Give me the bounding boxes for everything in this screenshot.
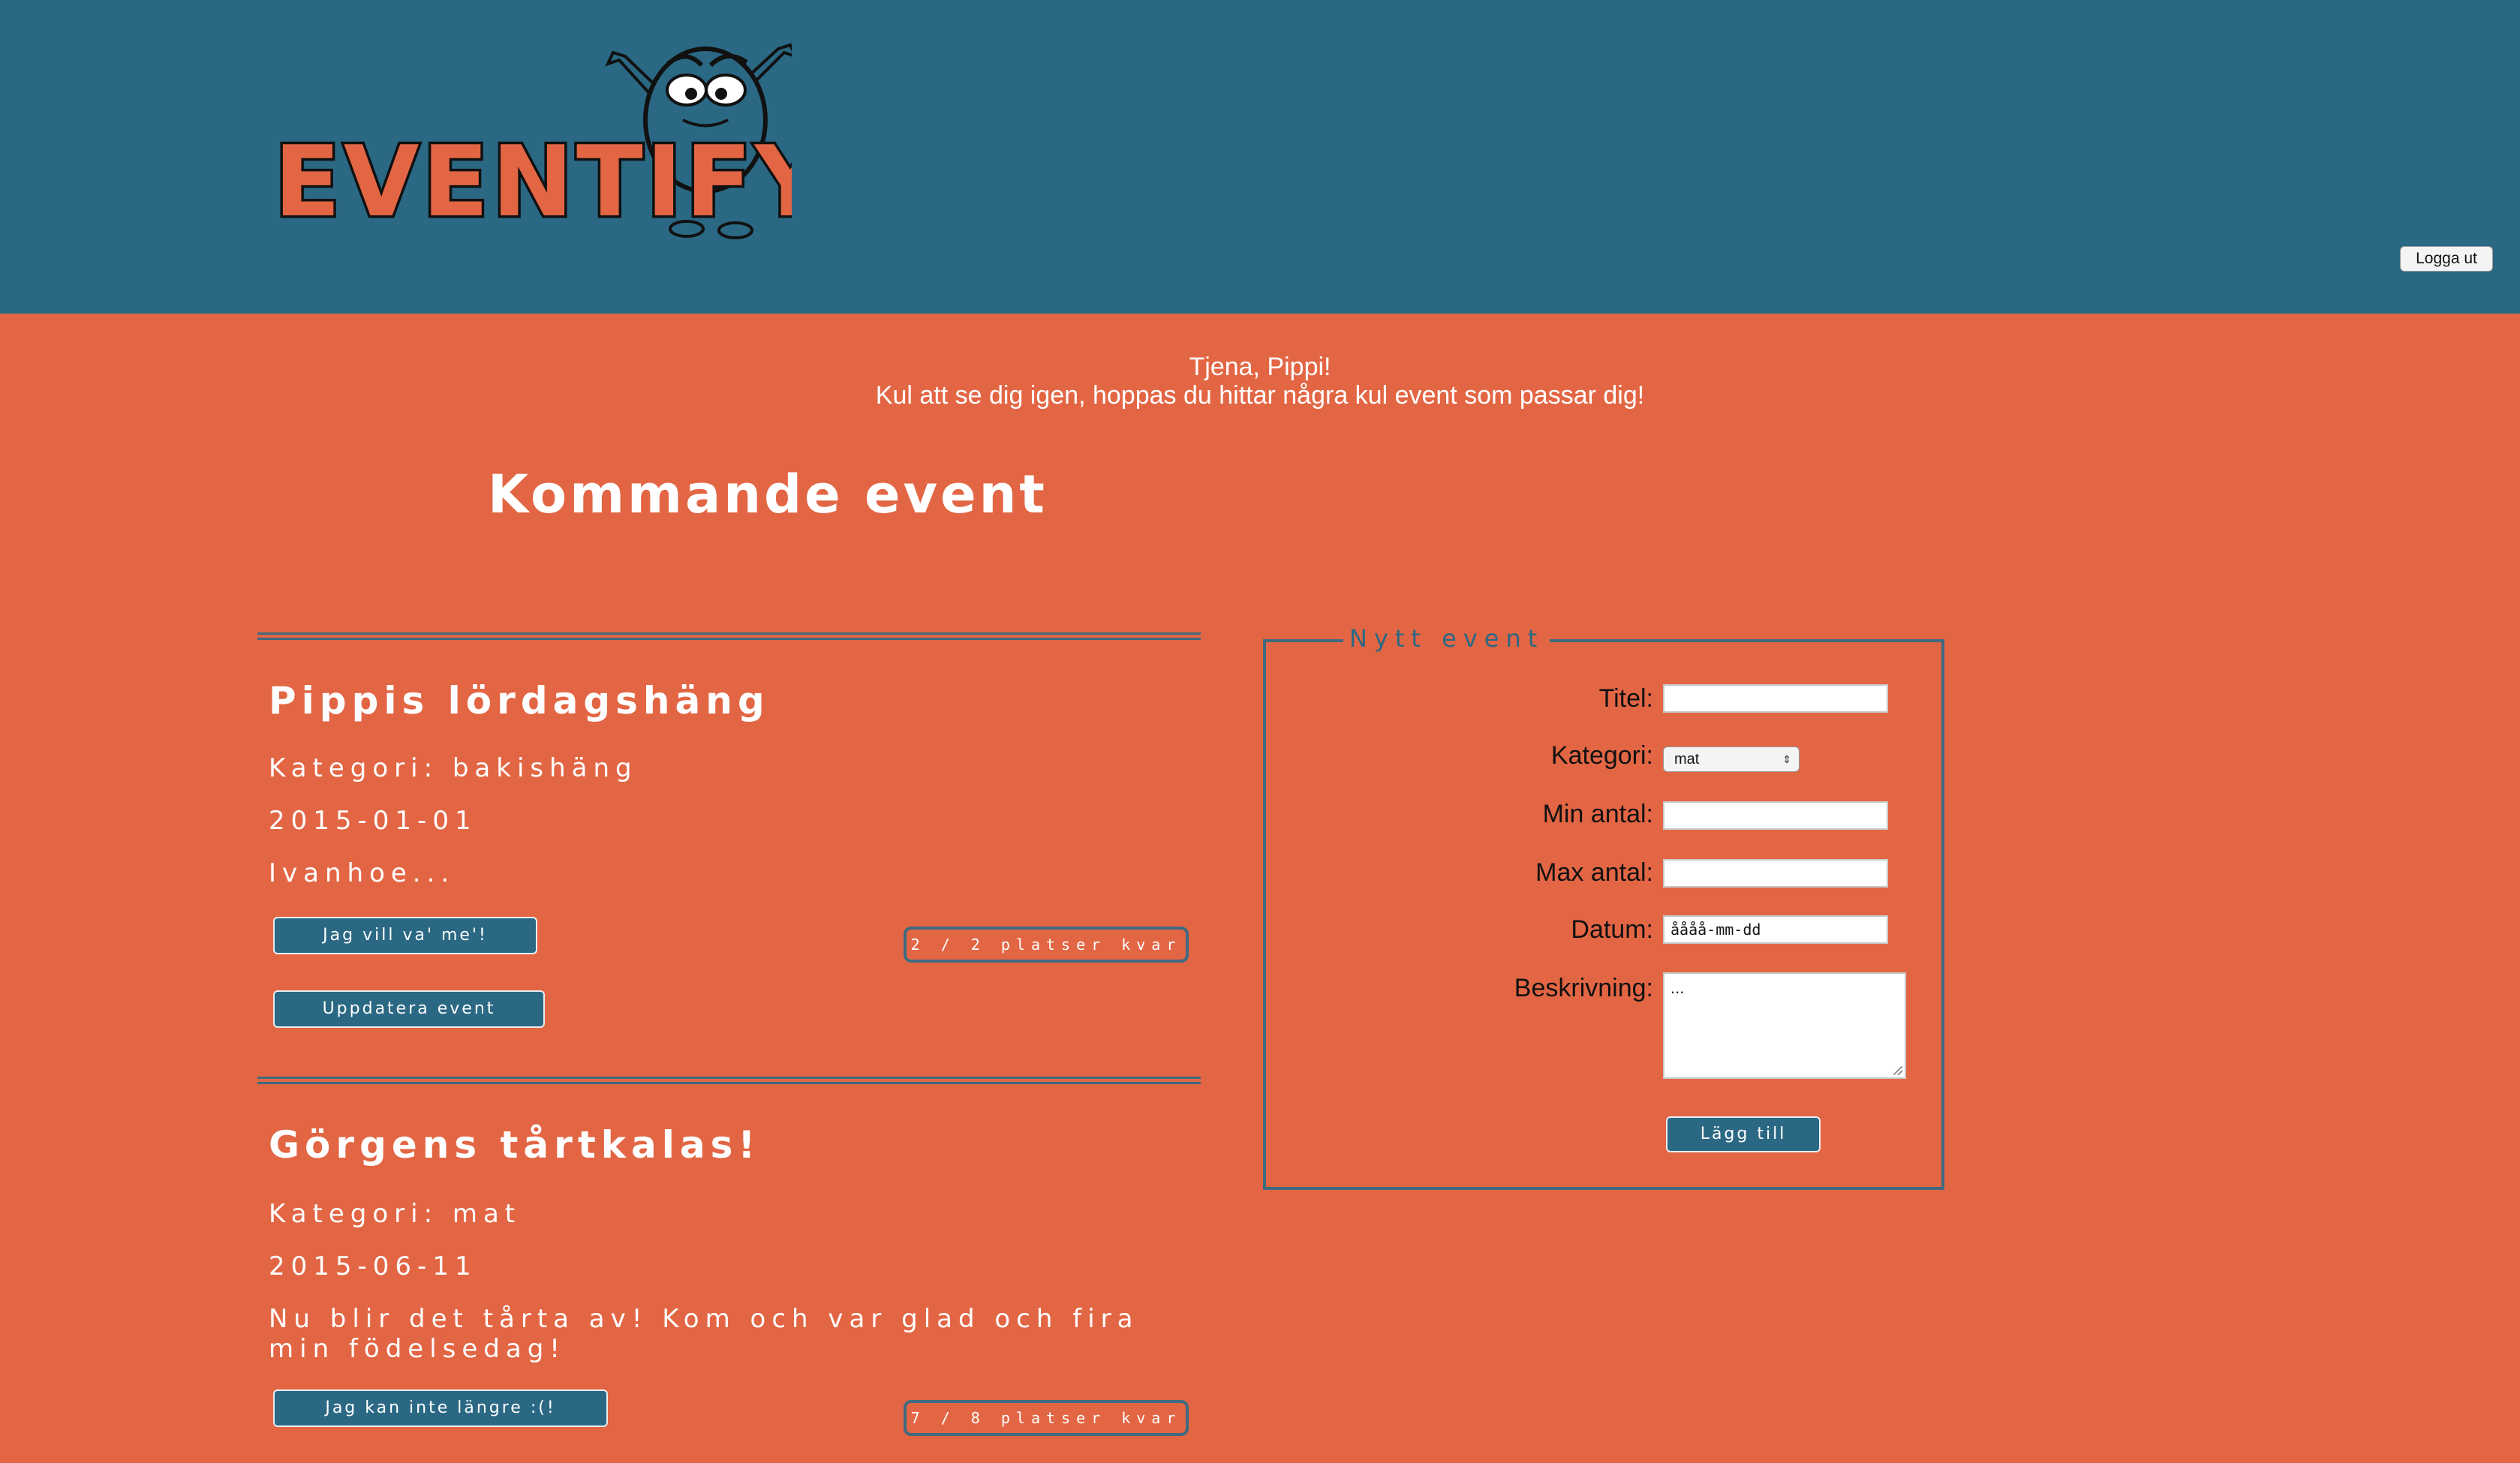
event-category: Kategori: bakishäng — [269, 753, 638, 783]
leave-event-button[interactable]: Jag kan inte längre :(! — [273, 1389, 608, 1427]
logout-button[interactable]: Logga ut — [2400, 246, 2493, 272]
update-event-button[interactable]: Uppdatera event — [273, 990, 545, 1028]
description-textarea[interactable]: ... — [1663, 972, 1906, 1079]
site-header: EVENTIFY Logga ut — [0, 0, 2520, 314]
event-description: Ivanhoe... — [269, 858, 456, 888]
event-divider — [257, 632, 1201, 640]
min-label: Min antal: — [1542, 800, 1653, 828]
description-label: Beskrivning: — [1514, 974, 1653, 1002]
spots-badge: 7 / 8 platser kvar — [904, 1400, 1189, 1436]
category-selected-value: mat — [1674, 751, 1700, 768]
date-input[interactable]: åååå-mm-dd — [1663, 915, 1888, 944]
event-date: 2015-06-11 — [269, 1251, 477, 1281]
add-event-button[interactable]: Lägg till — [1666, 1116, 1821, 1152]
max-input[interactable] — [1663, 859, 1888, 888]
greeting-line-2: Kul att se dig igen, hoppas du hittar nå… — [875, 381, 1645, 410]
event-divider — [257, 1077, 1201, 1084]
title-input[interactable] — [1663, 684, 1888, 713]
max-label: Max antal: — [1535, 858, 1653, 887]
min-input[interactable] — [1663, 801, 1888, 830]
select-arrows-icon: ⇕ — [1782, 753, 1791, 765]
event-title: Görgens tårtkalas! — [269, 1123, 761, 1167]
category-select[interactable]: mat ⇕ — [1663, 747, 1800, 772]
title-label: Titel: — [1598, 684, 1653, 713]
event-date: 2015-01-01 — [269, 806, 477, 836]
event-description: Nu blir det tårta av! Kom och var glad o… — [269, 1304, 1139, 1364]
event-title: Pippis lördagshäng — [269, 679, 770, 722]
event-category: Kategori: mat — [269, 1199, 522, 1229]
eventify-logo[interactable]: EVENTIFY — [266, 19, 792, 244]
spots-badge: 2 / 2 platser kvar — [904, 927, 1189, 963]
page-title: Kommande event — [488, 464, 1048, 525]
category-label: Kategori: — [1550, 741, 1653, 770]
logo-wordmark: EVENTIFY — [274, 125, 792, 239]
greeting-line-1: Tjena, Pippi! — [1189, 353, 1331, 381]
date-label: Datum: — [1571, 915, 1653, 944]
form-legend: Nytt event — [1343, 624, 1550, 653]
new-event-form — [1263, 639, 1944, 1190]
resize-handle-icon[interactable] — [1893, 1066, 1902, 1075]
join-event-button[interactable]: Jag vill va' me'! — [273, 917, 537, 954]
description-value: ... — [1670, 978, 1685, 997]
